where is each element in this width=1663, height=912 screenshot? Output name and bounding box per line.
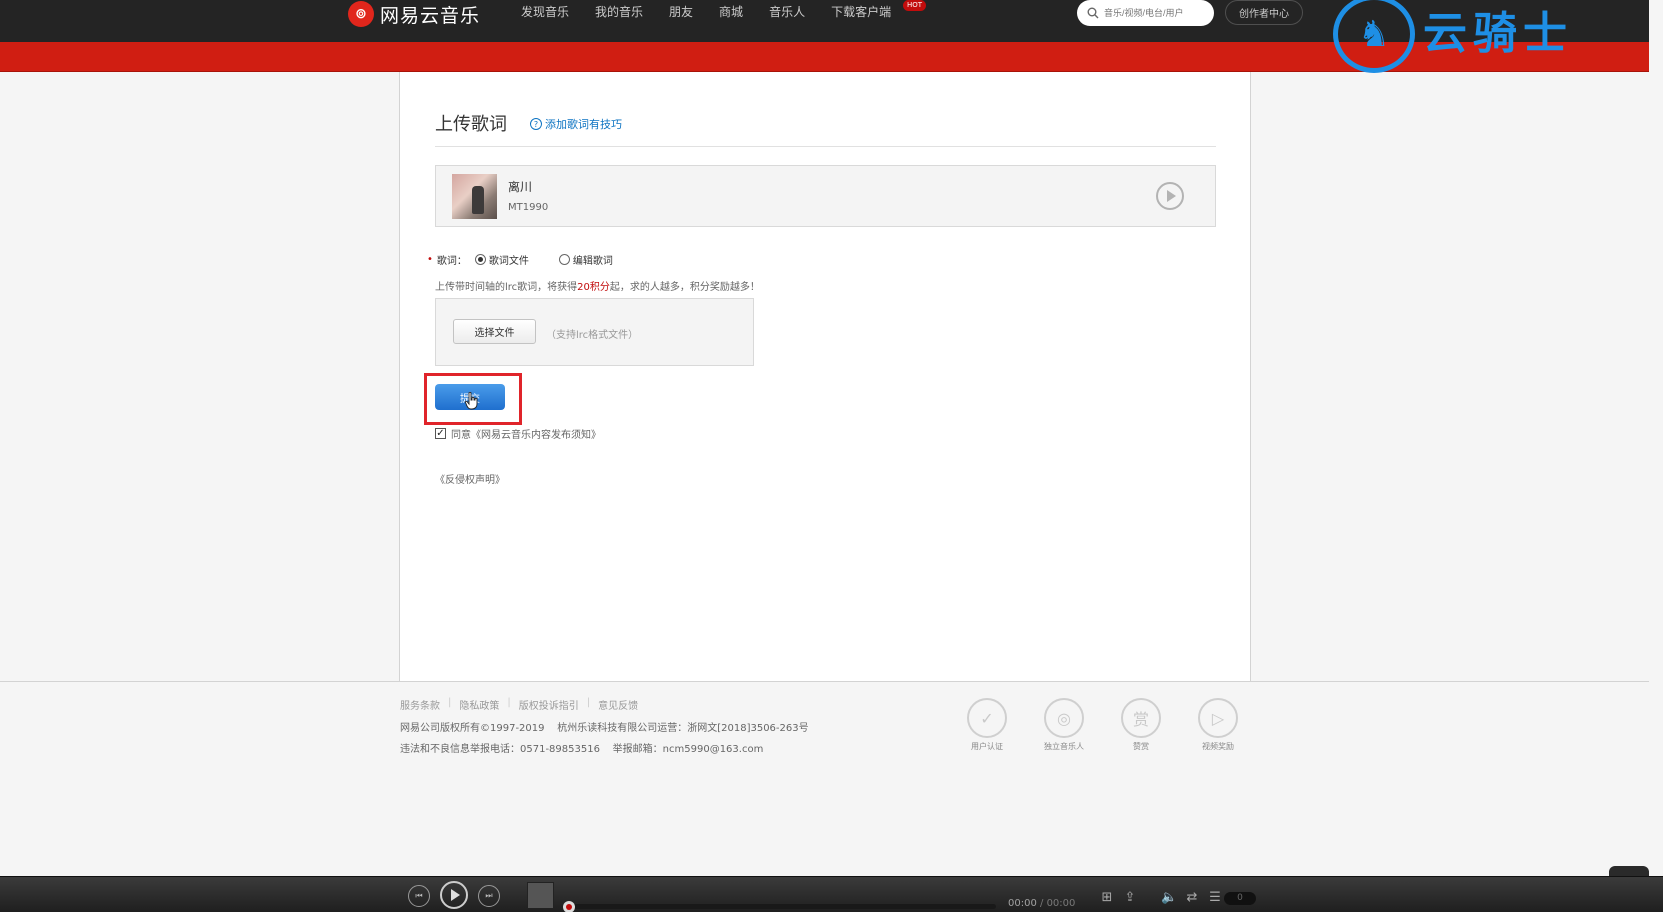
- disc-icon: ◎: [1044, 698, 1084, 738]
- footer-separator: |: [448, 697, 452, 708]
- radio-edit-lyrics-label: 编辑歌词: [572, 256, 613, 267]
- netease-logo-icon: ⊚: [348, 1, 374, 27]
- album-cover: [452, 174, 497, 219]
- badge-label: 赞赏: [1133, 742, 1149, 751]
- lyric-label: 歌词：: [436, 256, 467, 267]
- radio-edit-lyrics[interactable]: 编辑歌词: [558, 252, 613, 267]
- share-icon[interactable]: ⇪: [1122, 890, 1138, 906]
- hot-badge: HOT: [903, 0, 927, 11]
- file-format-hint: （支持lrc格式文件）: [546, 330, 639, 341]
- upload-lyrics-card: 上传歌词 ? 添加歌词有技巧 离川 MT1990 • 歌词： 歌词文件 编辑歌词…: [399, 72, 1251, 681]
- footer-link-terms[interactable]: 服务条款: [400, 697, 440, 712]
- nav-item-download-label: 下载客户端: [831, 5, 892, 19]
- total-time: 00:00: [1046, 898, 1076, 909]
- player-time: 00:00 / 00:00: [1008, 898, 1076, 909]
- nav-item-discover[interactable]: 发现音乐: [508, 0, 582, 24]
- footer-link-feedback[interactable]: 意见反馈: [598, 697, 638, 712]
- help-link[interactable]: ? 添加歌词有技巧: [530, 116, 622, 132]
- video-play-icon: ▷: [1198, 698, 1238, 738]
- radio-lyric-file[interactable]: 歌词文件: [474, 252, 529, 267]
- footer-copyright: 网易公司版权所有©1997-2019 杭州乐读科技有限公司运营：浙网文[2018…: [400, 723, 809, 734]
- nav-item-store[interactable]: 商城: [706, 0, 756, 24]
- footer-link-privacy[interactable]: 隐私政策: [459, 697, 499, 712]
- nav-item-my-music[interactable]: 我的音乐: [582, 0, 656, 24]
- watermark: ♞ 云骑士: [1333, 0, 1613, 78]
- search-box[interactable]: [1077, 0, 1214, 26]
- song-info-box: 离川 MT1990: [435, 165, 1216, 227]
- nav-item-download[interactable]: 下载客户端 HOT: [818, 0, 927, 24]
- player-cover: [527, 882, 554, 909]
- song-name: 离川: [508, 180, 533, 194]
- volume-icon[interactable]: 🔈: [1161, 890, 1177, 906]
- badge-video-reward[interactable]: ▷ 视频奖励: [1197, 698, 1239, 752]
- hand-cursor-icon: [465, 392, 478, 410]
- nav-item-friends[interactable]: 朋友: [656, 0, 706, 24]
- reward-icon: 赏: [1121, 698, 1161, 738]
- agreement-row: ✓ 同意《网易云音乐内容发布须知》: [435, 426, 601, 441]
- footer-link-copyright-guide[interactable]: 版权投诉指引: [519, 697, 579, 712]
- progress-track[interactable]: [566, 904, 996, 909]
- reward-tip-text: 上传带时间轴的lrc歌词，将获得: [435, 282, 578, 293]
- search-icon: [1087, 7, 1099, 19]
- play-icon: [1167, 190, 1176, 202]
- knight-logo-icon: ♞: [1333, 0, 1415, 73]
- badge-label: 用户认证: [971, 742, 1003, 751]
- badge-user-verify[interactable]: ✓ 用户认证: [966, 698, 1008, 752]
- playlist-icon[interactable]: ☰: [1207, 890, 1223, 906]
- infringement-claim-link[interactable]: 《反侵权声明》: [435, 471, 505, 486]
- creator-center-button[interactable]: 创作者中心: [1225, 0, 1303, 25]
- footer-report: 违法和不良信息举报电话：0571-89853516 举报邮箱：ncm5990@1…: [400, 744, 764, 755]
- file-upload-box: 选择文件 （支持lrc格式文件）: [435, 298, 754, 366]
- question-icon: ?: [530, 118, 542, 130]
- nav-item-musician[interactable]: 音乐人: [756, 0, 818, 24]
- footer-separator: |: [507, 697, 511, 708]
- main-nav: 发现音乐 我的音乐 朋友 商城 音乐人 下载客户端 HOT: [508, 0, 927, 24]
- play-icon: [451, 889, 460, 901]
- footer-separator: |: [586, 697, 591, 708]
- badge-reward[interactable]: 赏 赞赏: [1120, 698, 1162, 752]
- player-bar: ⏮ ⏭ 00:00 / 00:00 ⊞ ⇪ 🔈 ⇄ ☰ 0: [0, 876, 1663, 912]
- playlist-count: 0: [1224, 892, 1256, 905]
- footer-divider: [0, 681, 1649, 682]
- current-time: 00:00: [1008, 898, 1037, 909]
- badge-label: 视频奖励: [1202, 742, 1234, 751]
- logo-text: 网易云音乐: [380, 4, 481, 27]
- player-play-button[interactable]: [440, 881, 468, 909]
- page-title: 上传歌词: [435, 114, 507, 135]
- agree-checkbox[interactable]: ✓: [435, 428, 446, 439]
- shuffle-icon[interactable]: ⇄: [1184, 890, 1200, 906]
- help-link-text: 添加歌词有技巧: [545, 118, 622, 131]
- radio-lyric-file-label: 歌词文件: [488, 256, 529, 267]
- song-artist: MT1990: [508, 202, 549, 213]
- badge-independent-musician[interactable]: ◎ 独立音乐人: [1043, 698, 1085, 752]
- next-track-icon[interactable]: ⏭: [478, 885, 500, 907]
- required-mark: •: [427, 254, 433, 265]
- previous-track-icon[interactable]: ⏮: [408, 885, 430, 907]
- play-song-button[interactable]: [1156, 182, 1184, 210]
- shield-icon: ✓: [967, 698, 1007, 738]
- title-divider: [435, 146, 1216, 147]
- watermark-text: 云骑士: [1423, 8, 1573, 59]
- agreement-text[interactable]: 同意《网易云音乐内容发布须知》: [451, 426, 601, 441]
- reward-points: 20积分: [577, 282, 610, 293]
- lyric-type-row: • 歌词： 歌词文件 编辑歌词: [427, 252, 613, 267]
- add-to-playlist-icon[interactable]: ⊞: [1099, 890, 1115, 906]
- badge-label: 独立音乐人: [1044, 742, 1084, 751]
- logo[interactable]: ⊚ 网易云音乐: [348, 0, 480, 28]
- reward-tip: 上传带时间轴的lrc歌词，将获得20积分起，求的人越多，积分奖励越多！: [435, 278, 760, 293]
- radio-button[interactable]: [558, 254, 570, 265]
- reward-tip-text-end: 起，求的人越多，积分奖励越多！: [609, 282, 760, 293]
- search-input[interactable]: [1104, 8, 1214, 18]
- footer-badges: ✓ 用户认证 ◎ 独立音乐人 赏 赞赏 ▷ 视频奖励: [966, 698, 1239, 752]
- radio-button-selected[interactable]: [474, 254, 486, 265]
- progress-knob[interactable]: [563, 901, 575, 912]
- footer-links: 服务条款 | 隐私政策 | 版权投诉指引 | 意见反馈: [400, 697, 638, 712]
- choose-file-button[interactable]: 选择文件: [453, 319, 536, 344]
